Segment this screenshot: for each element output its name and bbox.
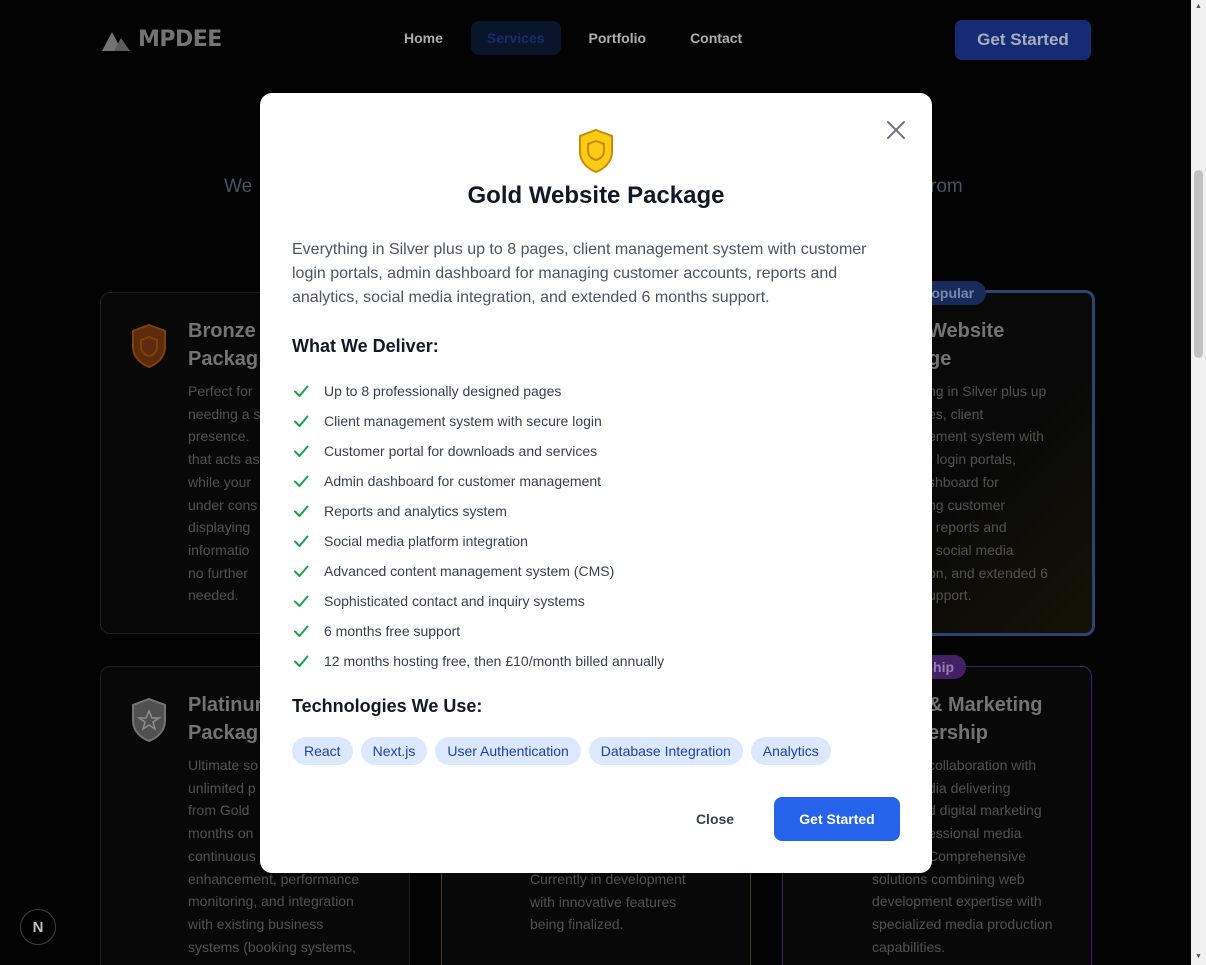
feature-item: Up to 8 professionally designed pages [292, 376, 664, 406]
feature-text: Advanced content management system (CMS) [324, 563, 615, 579]
feature-item: Sophisticated contact and inquiry system… [292, 586, 664, 616]
feature-item: Client management system with secure log… [292, 406, 664, 436]
check-icon [294, 445, 309, 457]
technologies-heading: Technologies We Use: [292, 696, 483, 716]
feature-item: Social media platform integration [292, 526, 664, 556]
feature-text: 6 months free support [324, 623, 461, 639]
tech-tag: React [292, 737, 353, 765]
gold-shield-icon [579, 128, 613, 174]
deliver-heading: What We Deliver: [292, 336, 439, 356]
modal-close-button[interactable]: Close [682, 805, 748, 833]
check-icon [294, 535, 309, 547]
scroll-down-arrow-icon[interactable]: ▼ [1195, 953, 1202, 960]
page-scrollbar[interactable]: ▲ ▼ [1191, 0, 1206, 965]
check-icon [294, 475, 309, 487]
tech-tag: Database Integration [588, 737, 743, 765]
modal-description: Everything in Silver plus up to 8 pages,… [292, 241, 867, 306]
feature-text: 12 months hosting free, then £10/month b… [324, 653, 665, 669]
feature-list: Up to 8 professionally designed pages Cl… [292, 376, 664, 676]
tech-tag: Analytics [750, 737, 831, 765]
modal-title: Gold Website Package [467, 182, 725, 209]
feature-item: Reports and analytics system [292, 496, 664, 526]
feature-text: Customer portal for downloads and servic… [324, 443, 598, 459]
feature-item: Admin dashboard for customer management [292, 466, 664, 496]
feature-text: Reports and analytics system [324, 503, 507, 519]
check-icon [294, 505, 309, 517]
technology-tags: React Next.js User Authentication Databa… [292, 737, 831, 765]
check-icon [294, 625, 309, 637]
feature-text: Client management system with secure log… [324, 413, 602, 429]
tech-tag: User Authentication [435, 737, 581, 765]
feature-item: 6 months free support [292, 616, 664, 646]
scroll-up-arrow-icon[interactable]: ▲ [1195, 3, 1202, 10]
check-icon [294, 655, 309, 667]
feature-text: Up to 8 professionally designed pages [324, 383, 562, 399]
tech-tag: Next.js [360, 737, 428, 765]
modal-get-started-button[interactable]: Get Started [774, 797, 900, 841]
check-icon [294, 595, 309, 607]
scroll-thumb[interactable] [1194, 170, 1203, 358]
check-icon [294, 565, 309, 577]
feature-item: Advanced content management system (CMS) [292, 556, 664, 586]
feature-item: Customer portal for downloads and servic… [292, 436, 664, 466]
feature-text: Admin dashboard for customer management [324, 473, 602, 489]
feature-text: Sophisticated contact and inquiry system… [324, 593, 585, 609]
close-icon[interactable] [884, 118, 908, 142]
feature-item: 12 months hosting free, then £10/month b… [292, 646, 664, 676]
check-icon [294, 415, 309, 427]
feature-text: Social media platform integration [324, 533, 528, 549]
check-icon [294, 385, 309, 397]
